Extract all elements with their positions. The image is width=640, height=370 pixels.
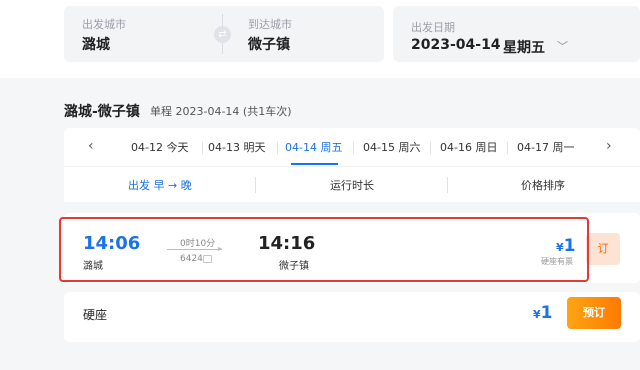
tab-divider bbox=[202, 142, 203, 154]
route-title: 潞城-微子镇 bbox=[64, 104, 140, 120]
seat-type: 硬座 bbox=[83, 308, 108, 322]
from-city-value[interactable]: 潞城 bbox=[82, 34, 110, 54]
to-city-label: 到达城市 bbox=[248, 18, 292, 31]
route-subtitle: 单程 2023-04-14 (共1车次) bbox=[150, 105, 292, 118]
seat-price: ¥1 bbox=[533, 303, 553, 323]
chevron-left-icon[interactable]: ‹ bbox=[88, 138, 94, 154]
date-tab-0413[interactable]: 04-13 明天 bbox=[208, 139, 265, 155]
selected-train-highlight bbox=[59, 217, 589, 282]
to-city-value[interactable]: 微子镇 bbox=[248, 34, 290, 54]
date-strip: ‹ 04-12 今天 04-13 明天 04-14 周五 04-15 周六 04… bbox=[64, 128, 640, 166]
date-label: 出发日期 bbox=[411, 21, 455, 34]
seat-price-value: 1 bbox=[540, 303, 553, 323]
sort-by-price[interactable]: 价格排序 bbox=[521, 177, 565, 193]
tab-divider bbox=[277, 142, 278, 154]
book-train-button[interactable]: 订 bbox=[586, 233, 620, 265]
chevron-down-icon[interactable]: ﹀ bbox=[557, 38, 568, 54]
date-tab-0414[interactable]: 04-14 周五 bbox=[285, 139, 342, 155]
date-tab-0416[interactable]: 04-16 周日 bbox=[440, 139, 497, 155]
sort-by-departure[interactable]: 出发 早 → 晚 bbox=[128, 177, 192, 193]
active-tab-indicator bbox=[291, 163, 338, 165]
sort-divider bbox=[255, 177, 256, 193]
weekday-value: 星期五 bbox=[503, 40, 545, 56]
date-value[interactable]: 2023-04-14 bbox=[411, 37, 501, 53]
tab-divider bbox=[430, 142, 431, 154]
sort-bar: 出发 早 → 晚 运行时长 价格排序 bbox=[64, 166, 640, 202]
currency-symbol: ¥ bbox=[533, 308, 541, 321]
from-city-label: 出发城市 bbox=[82, 18, 126, 31]
sort-divider bbox=[447, 177, 448, 193]
route-selector: 出发城市 潞城 ⇄ 到达城市 微子镇 bbox=[64, 6, 384, 62]
swap-cities-icon[interactable]: ⇄ bbox=[214, 26, 231, 43]
sort-by-duration[interactable]: 运行时长 bbox=[330, 177, 374, 193]
tab-divider bbox=[353, 142, 354, 154]
date-tab-0415[interactable]: 04-15 周六 bbox=[363, 139, 420, 155]
reserve-button[interactable]: 预订 bbox=[567, 297, 621, 329]
chevron-right-icon[interactable]: › bbox=[606, 138, 612, 154]
seat-option-card bbox=[64, 292, 640, 342]
date-tab-0417[interactable]: 04-17 周一 bbox=[517, 139, 574, 155]
date-tab-0412[interactable]: 04-12 今天 bbox=[131, 139, 188, 155]
tab-divider bbox=[507, 142, 508, 154]
date-selector[interactable]: 出发日期 2023-04-14 星期五 ﹀ bbox=[393, 6, 640, 62]
